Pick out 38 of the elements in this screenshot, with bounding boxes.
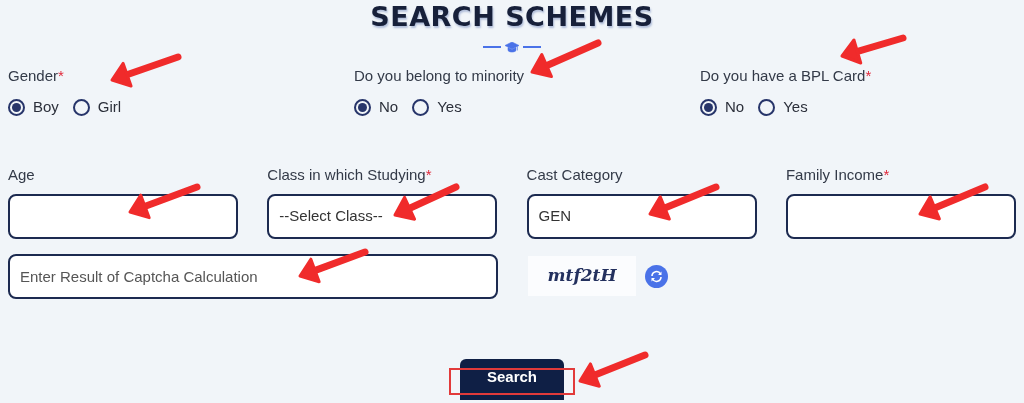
graduation-cap-icon xyxy=(505,41,519,53)
input-field[interactable]: GEN xyxy=(526,193,757,239)
field-label: Do you belong to minority xyxy=(354,66,525,86)
radio-button[interactable] xyxy=(8,98,25,116)
radio-option[interactable]: Boy xyxy=(8,96,59,119)
input-field[interactable]: --Select Class-- xyxy=(267,193,498,239)
field-label: Cast Category xyxy=(526,164,623,185)
annotation-arrow xyxy=(530,39,602,79)
captcha-field[interactable]: Enter Result of Captcha Calculation xyxy=(8,253,498,299)
input-field[interactable] xyxy=(8,193,238,239)
refresh-button[interactable] xyxy=(645,264,668,288)
field-label: Class in which Studying* xyxy=(267,164,432,185)
input-field[interactable] xyxy=(785,193,1016,239)
radio-button[interactable] xyxy=(72,98,90,116)
radio-option[interactable]: Yes xyxy=(412,96,462,119)
captcha-image: mtf2tH xyxy=(528,256,636,296)
annotation-arrow xyxy=(648,183,720,221)
field-label: Family Income* xyxy=(785,164,890,185)
radio-option[interactable]: Girl xyxy=(72,96,122,119)
annotation-arrow xyxy=(918,183,989,221)
radio-option[interactable]: No xyxy=(700,96,745,119)
page-title: SEARCH SCHEMES xyxy=(369,0,655,34)
field-label: Do you have a BPL Card* xyxy=(700,66,872,86)
radio-button[interactable] xyxy=(700,98,717,116)
field-label: Age xyxy=(8,164,35,185)
refresh-icon xyxy=(650,269,663,283)
annotation-arrow xyxy=(110,53,182,88)
radio-button[interactable] xyxy=(758,98,776,116)
radio-option[interactable]: Yes xyxy=(758,96,808,119)
annotation-arrow xyxy=(393,183,460,221)
radio-button[interactable] xyxy=(354,98,371,116)
annotation-arrow xyxy=(840,34,907,65)
field-label: Gender* xyxy=(8,66,64,86)
radio-option[interactable]: No xyxy=(354,96,399,119)
annotation-arrow xyxy=(578,351,649,388)
annotation-arrow xyxy=(298,248,369,284)
search-button[interactable]: Search xyxy=(460,358,564,400)
radio-button[interactable] xyxy=(412,98,430,116)
